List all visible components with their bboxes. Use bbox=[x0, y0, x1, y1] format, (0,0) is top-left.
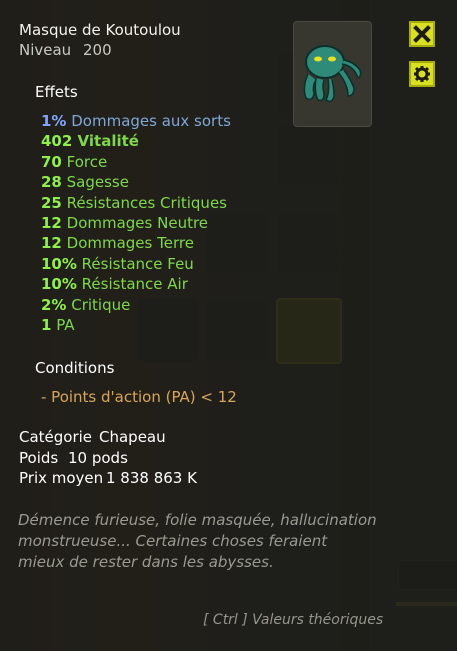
effect-row: 2% Critique bbox=[41, 295, 130, 315]
level-label: Niveau bbox=[19, 41, 72, 59]
close-icon bbox=[413, 25, 431, 43]
effect-value: 2% bbox=[41, 295, 67, 314]
effect-label: Critique bbox=[66, 295, 131, 314]
close-button[interactable] bbox=[409, 21, 435, 47]
category-value: Chapeau bbox=[99, 428, 166, 446]
octopus-mask-icon bbox=[303, 45, 362, 103]
effect-row: 10% Résistance Feu bbox=[41, 254, 194, 274]
effect-value: 25 bbox=[41, 193, 62, 212]
effect-value: 402 bbox=[41, 132, 73, 151]
item-name: Masque de Koutoulou bbox=[19, 21, 181, 39]
gear-icon bbox=[414, 66, 430, 82]
effect-row: 12 Dommages Terre bbox=[41, 233, 194, 253]
effect-label: PA bbox=[51, 316, 75, 334]
ctrl-hint: [ Ctrl ] Valeurs théoriques bbox=[203, 612, 384, 628]
effect-value: 1% bbox=[41, 112, 67, 130]
effect-label: Dommages aux sorts bbox=[66, 112, 231, 130]
effect-row: 1 PA bbox=[41, 315, 75, 335]
weight-value: 10 pods bbox=[68, 449, 128, 467]
category-label: Catégorie bbox=[19, 428, 93, 446]
effect-value: 12 bbox=[41, 214, 62, 232]
level-value: 200 bbox=[83, 41, 112, 59]
effect-row: 70 Force bbox=[41, 152, 107, 172]
price-value: 1 838 863 K bbox=[106, 469, 197, 487]
price-label: Prix moyen bbox=[19, 469, 104, 487]
effects-heading: Effets bbox=[35, 83, 78, 101]
settings-button[interactable] bbox=[409, 61, 435, 87]
effect-label: Vitalité bbox=[72, 132, 139, 151]
effect-label: Dommages Terre bbox=[61, 234, 194, 253]
effect-value: 10% bbox=[41, 275, 77, 294]
item-tooltip: Masque de Koutoulou Niveau 200 Effets 1%… bbox=[0, 0, 457, 651]
conditions-heading: Conditions bbox=[35, 359, 115, 377]
effect-row: 12 Dommages Neutre bbox=[41, 213, 208, 233]
effect-label: Résistance Feu bbox=[76, 254, 194, 273]
effect-value: 1 bbox=[41, 316, 52, 334]
item-description: Démence furieuse, folie masquée, halluci… bbox=[18, 511, 377, 571]
effect-label: Résistance Air bbox=[76, 275, 188, 294]
effect-label: Résistances Critiques bbox=[61, 193, 227, 212]
condition-item: - Points d'action (PA) < 12 bbox=[41, 388, 237, 406]
item-image bbox=[293, 21, 372, 127]
effect-label: Force bbox=[61, 152, 108, 171]
effect-row: 10% Résistance Air bbox=[41, 274, 188, 294]
effect-value: 10% bbox=[41, 254, 77, 273]
effect-row: 28 Sagesse bbox=[41, 172, 129, 192]
effect-row: 25 Résistances Critiques bbox=[41, 193, 227, 213]
weight-label: Poids bbox=[19, 449, 59, 467]
effect-value: 70 bbox=[41, 152, 62, 171]
effect-label: Dommages Neutre bbox=[61, 214, 209, 232]
effect-value: 28 bbox=[41, 173, 62, 192]
effect-row: 1% Dommages aux sorts bbox=[41, 111, 231, 131]
effect-row: 402 Vitalité bbox=[41, 131, 139, 151]
effect-value: 12 bbox=[41, 234, 62, 253]
effect-label: Sagesse bbox=[61, 173, 129, 192]
